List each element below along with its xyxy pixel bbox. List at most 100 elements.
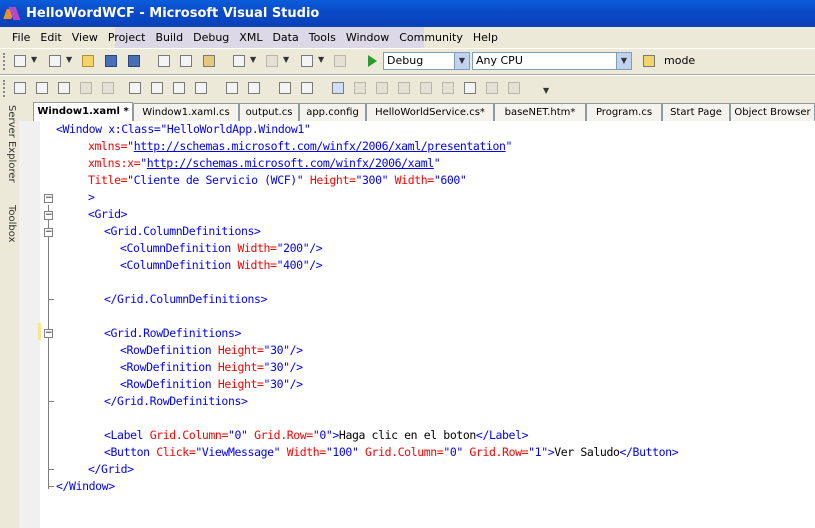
clear-bookmark-icon[interactable] (440, 80, 456, 96)
next-bookmark-folder-icon[interactable] (374, 80, 390, 96)
title-bar: HelloWordWCF - Microsoft Visual Studio (0, 0, 815, 27)
dropdown-arrow-icon[interactable]: ▼ (31, 55, 37, 64)
display-object-member-list-icon[interactable] (12, 80, 28, 96)
chevron-down-icon[interactable]: ▼ (454, 53, 469, 69)
menu-build[interactable]: Build (150, 27, 188, 48)
outline-end-tick (48, 401, 54, 402)
parameter-info-icon[interactable] (34, 80, 50, 96)
increase-indent-icon[interactable] (246, 80, 262, 96)
toolbar-grip[interactable] (3, 80, 9, 97)
tab-start-page[interactable]: Start Page (662, 103, 730, 121)
tab-object-browser[interactable]: Object Browser (730, 103, 815, 121)
dropdown-arrow-icon[interactable]: ▼ (318, 55, 324, 64)
toolbox-label: Toolbox (6, 205, 17, 243)
remove-icon[interactable] (506, 80, 522, 96)
code-line: </Grid.RowDefinitions> (104, 394, 248, 408)
tab-window1-xaml[interactable]: Window1.xaml * (33, 102, 133, 122)
code-line: xmlns:x="http://schemas.microsoft.com/wi… (88, 156, 441, 170)
navigate-forward-icon[interactable] (332, 53, 348, 69)
menu-view[interactable]: View (67, 27, 103, 48)
save-icon[interactable] (103, 53, 119, 69)
menu-tools[interactable]: Tools (304, 27, 341, 48)
code-line: <RowDefinition Height="30"/> (120, 377, 303, 391)
previous-bookmark-icon[interactable] (149, 80, 165, 96)
copy-icon[interactable] (178, 53, 194, 69)
menu-bar: File Edit View Project Build Debug XML D… (0, 27, 815, 48)
move-down-icon[interactable] (484, 80, 500, 96)
navigate-back-icon[interactable] (299, 53, 315, 69)
toolbar-options-icon[interactable]: ▼ (543, 86, 549, 95)
menu-debug[interactable]: Debug (188, 27, 234, 48)
dropdown-arrow-icon[interactable]: ▼ (283, 55, 289, 64)
code-line: <Window x:Class="HelloWorldApp.Window1" (56, 122, 311, 136)
tab-program-cs[interactable]: Program.cs (586, 103, 662, 121)
dropdown-arrow-icon[interactable]: ▼ (66, 55, 72, 64)
tab-basenet-htm[interactable]: baseNET.htm* (494, 103, 586, 121)
collapse-icon[interactable]: − (44, 211, 53, 220)
visual-studio-icon (4, 6, 20, 22)
redo-icon[interactable] (264, 53, 280, 69)
complete-word-icon[interactable] (78, 80, 94, 96)
collapse-icon[interactable]: − (44, 194, 53, 203)
toolbox-tab[interactable]: Toolbox (2, 205, 17, 243)
menu-community[interactable]: Community (394, 27, 468, 48)
toggle-bookmark-icon[interactable] (330, 80, 346, 96)
comment-out-icon[interactable] (277, 80, 293, 96)
dropdown-arrow-icon[interactable]: ▼ (250, 55, 256, 64)
uncomment-icon[interactable] (299, 80, 315, 96)
tab-app-config[interactable]: app.config (299, 103, 366, 121)
menu-file[interactable]: File (0, 27, 35, 48)
solution-configuration-select[interactable]: Debug ▼ (383, 52, 470, 70)
collapse-icon[interactable]: − (44, 228, 53, 237)
previous-bookmark-folder-icon[interactable] (352, 80, 368, 96)
save-all-icon[interactable] (126, 53, 142, 69)
code-line: <ColumnDefinition Width="200"/> (120, 241, 323, 255)
code-line: </Grid.ColumnDefinitions> (104, 292, 268, 306)
chevron-down-icon[interactable]: ▼ (616, 53, 631, 69)
previous-bookmark-document-icon[interactable] (396, 80, 412, 96)
code-line: <Button Click="ViewMessage" Width="100" … (104, 445, 679, 459)
decrease-indent-icon[interactable] (224, 80, 240, 96)
menu-project[interactable]: Project (103, 27, 151, 48)
toggle-bookmark-icon[interactable] (127, 80, 143, 96)
solution-platform-select[interactable]: Any CPU ▼ (472, 52, 632, 70)
add-item-icon[interactable] (47, 53, 63, 69)
cut-icon[interactable] (156, 53, 172, 69)
code-line: </Grid> (88, 462, 134, 476)
menu-window[interactable]: Window (341, 27, 394, 48)
paste-icon[interactable] (201, 53, 217, 69)
menu-xml[interactable]: XML (234, 27, 267, 48)
code-editor[interactable]: − − − − <Window x:Class="HelloWorldApp.W… (19, 121, 815, 528)
text-editor-toolbar: ▼ (0, 75, 815, 102)
solution-platform-value: Any CPU (476, 54, 523, 67)
undo-icon[interactable] (231, 53, 247, 69)
code-line: Title="Cliente de Servicio (WCF)" Height… (88, 173, 467, 187)
open-folder-icon[interactable] (80, 53, 96, 69)
code-line: <Label Grid.Column="0" Grid.Row="0">Haga… (104, 428, 529, 442)
document-tabs: Window1.xaml * Window1.xaml.cs output.cs… (19, 101, 815, 122)
server-explorer-tab[interactable]: Server Explorer (2, 105, 17, 183)
next-bookmark-document-icon[interactable] (418, 80, 434, 96)
tab-window1-xaml-cs[interactable]: Window1.xaml.cs (133, 103, 239, 121)
next-bookmark-icon[interactable] (171, 80, 187, 96)
code-line: <ColumnDefinition Width="400"/> (120, 258, 323, 272)
find-combo-text[interactable]: mode (664, 54, 695, 67)
code-line: <RowDefinition Height="30"/> (120, 343, 303, 357)
menu-help[interactable]: Help (468, 27, 503, 48)
outline-end-tick (48, 486, 54, 487)
tab-helloworldservice-cs[interactable]: HelloWorldService.cs* (366, 103, 494, 121)
clear-bookmarks-icon[interactable] (193, 80, 209, 96)
code-line: xmlns="http://schemas.microsoft.com/winf… (88, 139, 513, 153)
menu-edit[interactable]: Edit (35, 27, 66, 48)
menu-data[interactable]: Data (267, 27, 303, 48)
move-up-icon[interactable] (462, 80, 478, 96)
word-wrap-icon[interactable] (100, 80, 116, 96)
toolbar-grip[interactable] (3, 53, 9, 70)
new-project-icon[interactable] (12, 53, 28, 69)
code-line: <Grid.ColumnDefinitions> (104, 224, 261, 238)
collapse-icon[interactable]: − (44, 329, 53, 338)
quick-info-icon[interactable] (56, 80, 72, 96)
tab-output-cs[interactable]: output.cs (239, 103, 299, 121)
find-in-files-icon[interactable] (641, 53, 657, 69)
start-debugging-icon[interactable] (368, 55, 377, 67)
